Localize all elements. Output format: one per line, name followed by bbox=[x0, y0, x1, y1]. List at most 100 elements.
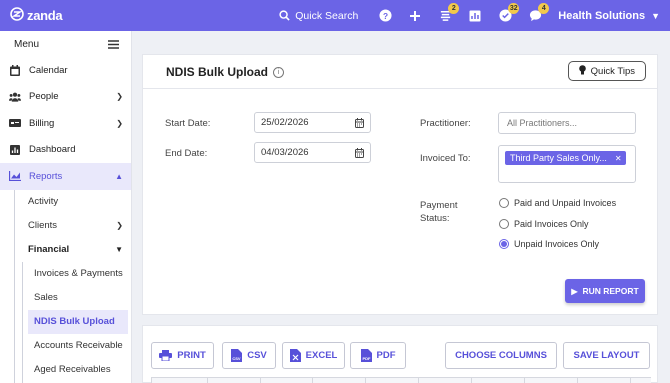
analytics-icon[interactable] bbox=[466, 7, 484, 25]
notes-badge: 2 bbox=[448, 2, 460, 14]
pdf-button[interactable]: PDF PDF bbox=[350, 342, 406, 369]
practitioner-label: Practitioner: bbox=[420, 118, 471, 129]
radio-label: Unpaid Invoices Only bbox=[514, 239, 600, 249]
start-date-label: Start Date: bbox=[165, 118, 211, 129]
sidebar-item-reports[interactable]: Reports ▲ bbox=[0, 163, 131, 190]
sidebar-item-calendar[interactable]: Calendar bbox=[0, 57, 131, 84]
excel-file-icon bbox=[289, 349, 301, 362]
org-switcher[interactable]: Health Solutions ▼ bbox=[558, 10, 660, 22]
radio-indicator bbox=[499, 198, 509, 208]
chevron-down-icon: ❯ bbox=[116, 118, 123, 128]
sidebar-item-invoices-payments[interactable]: Invoices & Payments bbox=[0, 262, 131, 286]
practitioner-placeholder: All Practitioners... bbox=[507, 118, 578, 128]
run-report-button[interactable]: ▶ RUN REPORT bbox=[565, 279, 645, 303]
quick-search-label: Quick Search bbox=[295, 9, 359, 22]
sidebar-item-label: Financial bbox=[28, 244, 70, 255]
sidebar-item-people[interactable]: People ❯ bbox=[0, 84, 131, 111]
calendar-icon[interactable] bbox=[355, 118, 364, 131]
chevron-down-icon: ▼ bbox=[115, 245, 123, 254]
column-divider bbox=[471, 378, 472, 383]
tasks-icon[interactable]: 32 bbox=[496, 2, 520, 25]
play-icon: ▶ bbox=[571, 286, 578, 296]
end-date-field[interactable]: 04/03/2026 bbox=[254, 142, 371, 163]
sidebar-item-dashboard[interactable]: Dashboard bbox=[0, 137, 131, 164]
csv-button[interactable]: CSV CSV bbox=[222, 342, 276, 369]
svg-text:?: ? bbox=[383, 11, 388, 21]
sidebar-item-ndis-bulk-upload[interactable]: NDIS Bulk Upload bbox=[28, 309, 128, 334]
chevron-up-icon: ▲ bbox=[115, 171, 123, 181]
csv-file-icon: CSV bbox=[231, 349, 243, 362]
sidebar-item-label: Reports bbox=[29, 170, 63, 182]
start-date-value: 25/02/2026 bbox=[261, 117, 309, 128]
close-icon[interactable]: ✕ bbox=[615, 154, 622, 163]
page-title-text: NDIS Bulk Upload bbox=[166, 65, 269, 79]
report-panel: NDIS Bulk Upload i Quick Tips Start Date… bbox=[142, 54, 658, 315]
info-icon[interactable]: i bbox=[273, 66, 285, 78]
radio-label: Paid and Unpaid Invoices bbox=[514, 198, 617, 208]
column-divider bbox=[207, 378, 208, 383]
practitioner-select[interactable]: All Practitioners... bbox=[498, 112, 636, 134]
help-icon[interactable]: ? bbox=[376, 7, 394, 25]
logo-text: zanda bbox=[27, 8, 63, 23]
choose-columns-button[interactable]: CHOOSE COLUMNS bbox=[445, 342, 557, 369]
column-divider bbox=[630, 378, 631, 383]
quick-tips-label: Quick Tips bbox=[590, 65, 635, 77]
quick-search[interactable]: Quick Search bbox=[279, 10, 358, 22]
people-icon bbox=[9, 91, 21, 103]
column-divider bbox=[260, 378, 261, 383]
radio-paid-and-unpaid[interactable]: Paid and Unpaid Invoices bbox=[499, 198, 616, 208]
sidebar: Menu Calendar People ❯ Billing ❯ Dashboa… bbox=[0, 31, 132, 383]
csv-label: CSV bbox=[247, 350, 267, 361]
dashboard-icon bbox=[9, 144, 21, 156]
calendar-icon bbox=[9, 64, 21, 76]
reports-icon bbox=[9, 170, 21, 182]
sidebar-item-accounts-receivable[interactable]: Accounts Receivable bbox=[0, 334, 131, 358]
sidebar-item-aged-receivables[interactable]: Aged Receivables bbox=[0, 358, 131, 382]
column-divider bbox=[312, 378, 313, 383]
sidebar-item-label: Dashboard bbox=[29, 144, 76, 156]
sidebar-item-activity[interactable]: Activity bbox=[0, 190, 131, 214]
quick-tips-button[interactable]: Quick Tips bbox=[567, 61, 646, 81]
printer-icon bbox=[159, 350, 173, 361]
zanda-logo[interactable]: zanda bbox=[10, 7, 63, 24]
start-date-field[interactable]: 25/02/2026 bbox=[254, 112, 371, 133]
chip-label: Third Party Sales Only... bbox=[510, 153, 607, 163]
hamburger-icon[interactable] bbox=[108, 39, 119, 49]
radio-indicator bbox=[499, 239, 509, 249]
column-divider bbox=[418, 378, 419, 383]
messages-badge: 4 bbox=[538, 2, 550, 14]
sidebar-item-clients[interactable]: Clients ❯ bbox=[0, 214, 131, 238]
sidebar-item-financial[interactable]: Financial ▼ bbox=[0, 238, 131, 262]
sidebar-item-sales[interactable]: Sales bbox=[0, 286, 131, 310]
sidebar-item-billing[interactable]: Billing ❯ bbox=[0, 110, 131, 137]
submenu-guide-line bbox=[22, 261, 23, 383]
header-divider bbox=[143, 88, 657, 89]
payment-status-label-line1: Payment bbox=[420, 200, 458, 211]
chevron-down-icon: ❯ bbox=[116, 92, 123, 102]
radio-unpaid-only[interactable]: Unpaid Invoices Only bbox=[499, 239, 599, 249]
sidebar-item-label: People bbox=[29, 91, 59, 103]
sidebar-item-label: Clients bbox=[28, 220, 58, 231]
financial-submenu: Invoices & Payments Sales NDIS Bulk Uplo… bbox=[0, 261, 131, 383]
end-date-label: End Date: bbox=[165, 148, 208, 159]
invoiced-to-select[interactable]: Third Party Sales Only... ✕ bbox=[498, 145, 636, 183]
table-header bbox=[151, 377, 651, 383]
end-date-value: 04/03/2026 bbox=[261, 147, 309, 158]
save-layout-button[interactable]: SAVE LAYOUT bbox=[563, 342, 650, 369]
menu-label: Menu bbox=[14, 38, 40, 50]
pdf-file-icon: PDF bbox=[360, 349, 372, 362]
chevron-down-icon: ▼ bbox=[651, 10, 660, 21]
radio-indicator bbox=[499, 219, 509, 229]
calendar-icon[interactable] bbox=[355, 148, 364, 161]
notes-icon[interactable]: 2 bbox=[436, 2, 460, 25]
messages-icon[interactable]: 4 bbox=[526, 2, 550, 25]
search-icon bbox=[279, 10, 290, 21]
print-button[interactable]: PRINT bbox=[151, 342, 214, 369]
org-name: Health Solutions bbox=[558, 9, 646, 22]
radio-paid-only[interactable]: Paid Invoices Only bbox=[499, 219, 589, 229]
radio-label: Paid Invoices Only bbox=[514, 219, 589, 229]
excel-button[interactable]: EXCEL bbox=[282, 342, 345, 369]
billing-icon bbox=[9, 117, 21, 129]
add-icon[interactable] bbox=[406, 7, 424, 25]
svg-text:CSV: CSV bbox=[233, 356, 242, 361]
